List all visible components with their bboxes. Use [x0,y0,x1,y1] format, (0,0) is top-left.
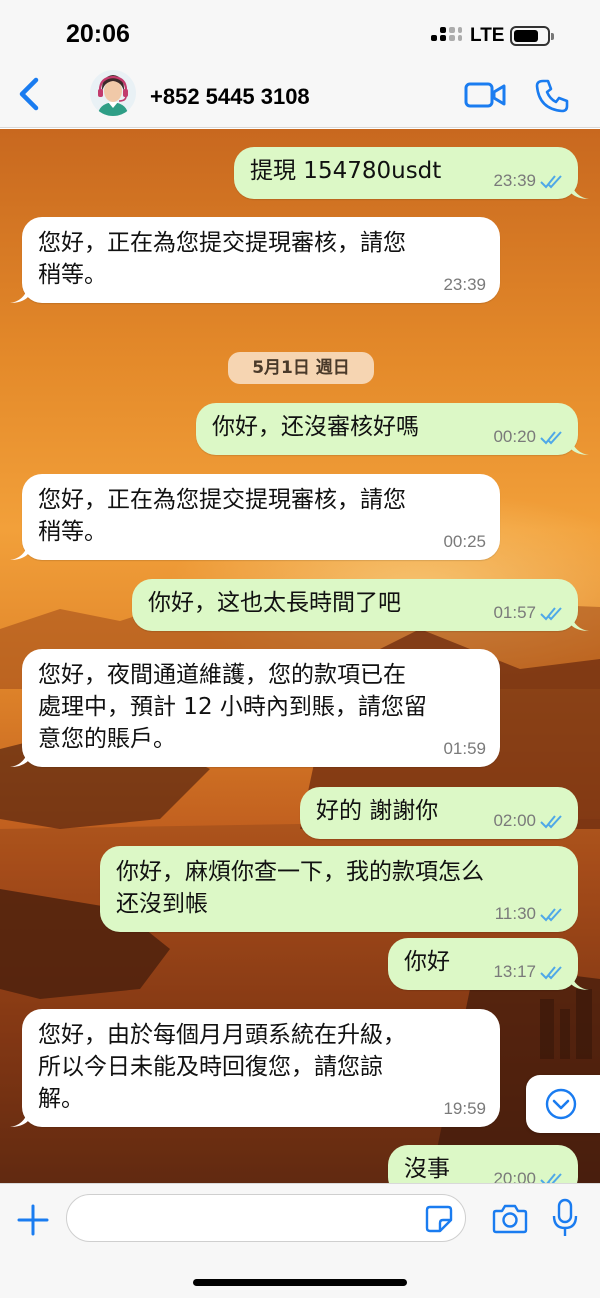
read-ticks-icon [540,607,562,621]
message-time: 00:20 [493,427,536,446]
message-text: 您好，夜間通道維護，您的款項已在 處理中，預計 12 小時內到賬，請您留 意您的… [38,662,427,752]
chevron-down-icon [545,1088,577,1120]
status-time: 20:06 [66,20,130,48]
message-time: 01:57 [493,603,536,622]
signal-icon [431,27,463,45]
contact-name[interactable]: +852 5445 3108 [150,84,310,110]
bubble-tail [571,439,589,455]
bubble-tail [10,751,28,767]
bubble-tail [10,287,28,303]
camera-icon[interactable] [492,1202,528,1236]
read-ticks-icon [540,966,562,980]
message-text: 你好，还沒審核好嗎 [212,414,419,440]
message-time: 11:30 [494,904,536,923]
message-bubble-outgoing[interactable]: 提現 154780usdt 23:39 [234,147,578,199]
read-ticks-icon [540,175,562,189]
message-input[interactable] [66,1194,466,1242]
message-text: 你好 [404,949,450,975]
message-bubble-incoming[interactable]: 您好，正在為您提交提現審核，請您 稍等。 00:25 [22,474,500,560]
message-time: 23:39 [443,275,486,294]
message-bubble-outgoing[interactable]: 你好，这也太長時間了吧 01:57 [132,579,578,631]
message-time: 19:59 [443,1099,486,1118]
plus-icon[interactable] [14,1201,52,1239]
message-time: 00:25 [443,532,486,551]
avatar[interactable] [90,70,136,116]
read-ticks-icon [540,908,562,922]
message-time: 13:17 [493,962,536,981]
message-text: 你好，麻煩你查一下，我的款項怎么 还沒到帳 [116,859,484,917]
sticker-icon[interactable] [424,1204,454,1234]
chat-area[interactable]: 提現 154780usdt 23:39 您好，正在為您提交提現審核，請您 稍等。… [0,129,600,1183]
message-text: 您好，由於每個月月頭系統在升級， 所以今日未能及時回復您，請您諒 解。 [38,1022,406,1112]
message-time: 20:00 [493,1169,536,1183]
bubble-tail [10,544,28,560]
message-bubble-incoming[interactable]: 您好，正在為您提交提現審核，請您 稍等。 23:39 [22,217,500,303]
video-call-icon[interactable] [464,80,506,110]
message-text: 提現 154780usdt [250,158,442,184]
read-ticks-icon [540,431,562,445]
read-ticks-icon [540,1173,562,1183]
back-icon[interactable] [12,74,46,114]
bubble-tail [571,974,589,990]
composer-bar [0,1183,600,1298]
network-type: LTE [470,25,505,46]
message-bubble-outgoing[interactable]: 你好 13:17 [388,938,578,990]
message-text: 沒事 [404,1156,450,1182]
message-bubble-outgoing[interactable]: 沒事 20:00 [388,1145,578,1183]
message-bubble-incoming[interactable]: 您好，夜間通道維護，您的款項已在 處理中，預計 12 小時內到賬，請您留 意您的… [22,649,500,767]
home-indicator[interactable] [193,1279,407,1286]
status-bar: 20:06 LTE [0,0,600,60]
chat-header: +852 5445 3108 [0,60,600,128]
scroll-to-bottom-button[interactable] [526,1075,600,1133]
message-time: 01:59 [443,739,486,758]
microphone-icon[interactable] [550,1198,580,1238]
battery-icon [510,26,554,46]
message-bubble-outgoing[interactable]: 好的 謝謝你 02:00 [300,787,578,839]
message-bubble-outgoing[interactable]: 你好，麻煩你查一下，我的款項怎么 还沒到帳 11:30 [100,846,578,932]
message-time: 02:00 [493,811,536,830]
message-text: 好的 謝謝你 [316,798,439,824]
message-text: 您好，正在為您提交提現審核，請您 稍等。 [38,230,406,288]
message-text: 您好，正在為您提交提現審核，請您 稍等。 [38,487,406,545]
read-ticks-icon [540,815,562,829]
bubble-tail [571,615,589,631]
message-bubble-outgoing[interactable]: 你好，还沒審核好嗎 00:20 [196,403,578,455]
message-time: 23:39 [493,171,536,190]
message-bubble-incoming[interactable]: 您好，由於每個月月頭系統在升級， 所以今日未能及時回復您，請您諒 解。 19:5… [22,1009,500,1127]
bubble-tail [571,183,589,199]
bubble-tail [10,1111,28,1127]
phone-call-icon[interactable] [534,78,570,114]
message-text: 你好，这也太長時間了吧 [148,590,401,616]
date-separator: 5月1日 週日 [228,352,374,384]
